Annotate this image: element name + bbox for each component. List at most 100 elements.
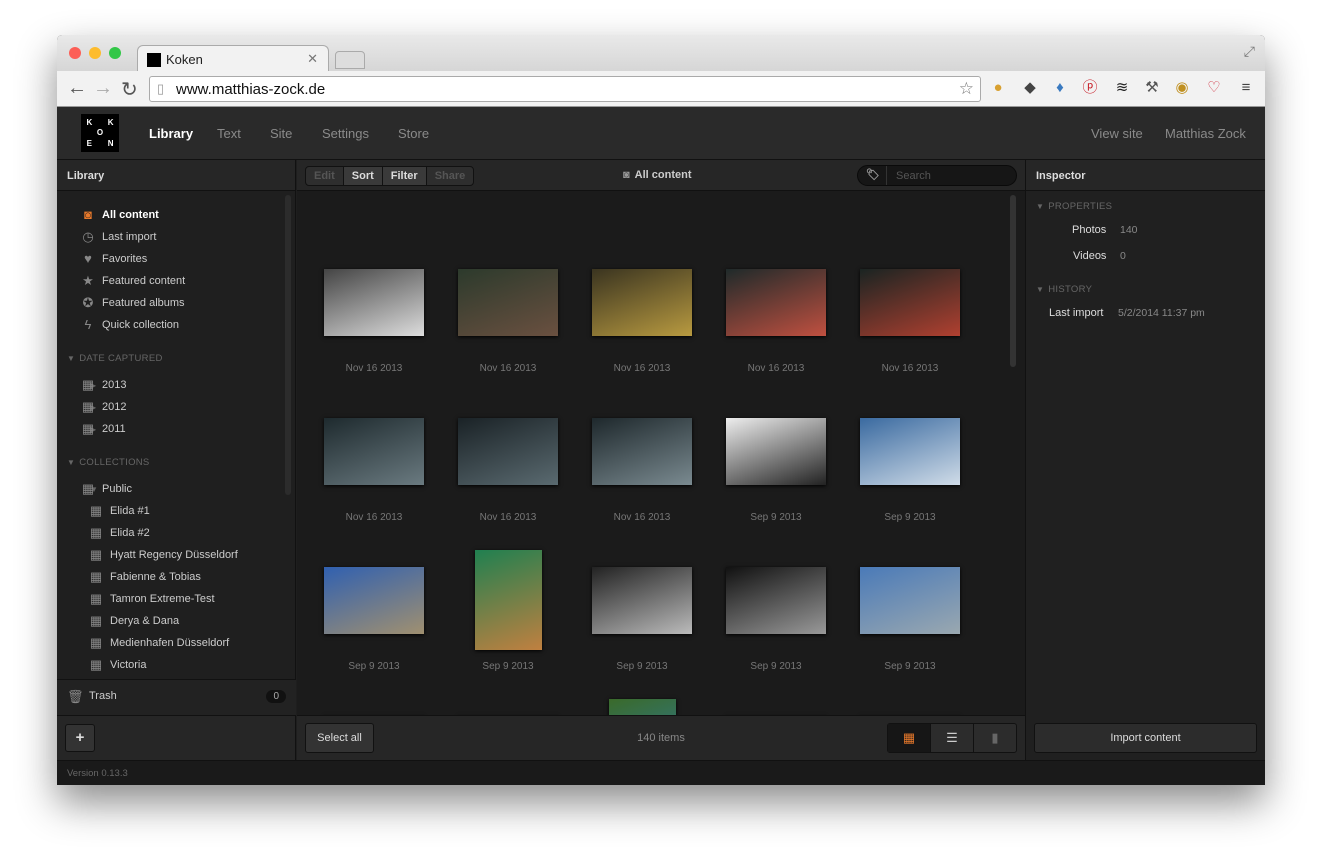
fullscreen-icon[interactable]: ⤢ — [1244, 43, 1255, 60]
filter-button[interactable]: Filter — [382, 167, 427, 185]
photo-thumbnail[interactable] — [324, 566, 424, 634]
photo-thumbnail[interactable] — [726, 566, 826, 634]
album-item[interactable]: ▦ Medienhafen Düsseldorf — [90, 635, 229, 651]
extension-face-icon[interactable]: ◉ — [1173, 79, 1191, 97]
search-input[interactable]: Search — [896, 170, 931, 182]
year-item[interactable]: ▶ ▦ 2011 — [82, 421, 126, 437]
action-segment: Edit Sort Filter Share — [305, 166, 475, 186]
photo-date: Nov 16 2013 — [345, 512, 403, 523]
heart-icon: ♥ — [84, 251, 92, 266]
album-item[interactable]: ▦ Elida #2 — [90, 525, 150, 541]
calendar-icon: ▦ — [81, 421, 95, 436]
photo-date: Nov 16 2013 — [479, 363, 537, 374]
photo-date: Nov 16 2013 — [613, 363, 671, 374]
new-tab-button[interactable] — [335, 51, 365, 69]
zoom-window-button[interactable] — [109, 47, 121, 59]
wrench-icon[interactable]: ⚒ — [1143, 79, 1161, 97]
list-view-icon[interactable]: ☰ — [930, 724, 973, 752]
minimize-window-button[interactable] — [89, 47, 101, 59]
user-menu[interactable]: Matthias Zock — [1165, 126, 1246, 141]
content-footer: Select all 140 items ▦ ☰ ▮ — [297, 715, 1025, 760]
menu-icon[interactable]: ≡ — [1237, 79, 1255, 97]
photo-thumbnail[interactable] — [592, 417, 692, 485]
album-item[interactable]: ▦ Derya & Dana — [90, 613, 179, 629]
photo-thumbnail[interactable] — [324, 268, 424, 336]
photo-thumbnail[interactable] — [592, 268, 692, 336]
public-collection[interactable]: ▼ ▦ Public — [82, 481, 132, 497]
content-grid: Nov 16 2013 Nov 16 2013 Nov 16 2013 Nov 16 … — [297, 191, 1025, 715]
evernote-icon[interactable]: ◆ — [1021, 79, 1039, 97]
photo-thumbnail[interactable] — [474, 550, 542, 650]
library-item[interactable]: ★ Featured content — [82, 273, 185, 289]
photo-date: Sep 9 2013 — [348, 661, 400, 672]
forward-icon[interactable]: → — [93, 77, 113, 100]
photo-thumbnail[interactable] — [726, 417, 826, 485]
properties-section[interactable]: ▼ PROPERTIES — [1036, 201, 1112, 212]
share-button[interactable]: Share — [427, 167, 474, 185]
close-window-button[interactable] — [69, 47, 81, 59]
nav-store[interactable]: Store — [398, 126, 429, 141]
bookmark-star-icon[interactable]: ☆ — [959, 79, 974, 99]
camera-icon: ◙ — [84, 207, 92, 222]
photo-thumbnail[interactable] — [592, 566, 692, 634]
album-icon: ▦ — [89, 503, 103, 518]
trash-item[interactable]: 🗑 Trash 0 — [57, 679, 296, 715]
grid-view-icon[interactable]: ▦ — [888, 724, 930, 752]
photo-thumbnail[interactable] — [608, 699, 676, 715]
pinterest-icon[interactable]: ⓟ — [1081, 79, 1099, 97]
lightning-icon: ϟ — [84, 317, 92, 332]
library-item[interactable]: ◙ All content — [84, 207, 159, 223]
album-item[interactable]: ▦ Fabienne & Tobias — [90, 569, 201, 585]
library-item[interactable]: ♥ Favorites — [84, 251, 147, 267]
sort-button[interactable]: Sort — [343, 167, 383, 185]
album-item[interactable]: ▦ Hyatt Regency Düsseldorf — [90, 547, 238, 563]
photo-thumbnail[interactable] — [458, 417, 558, 485]
album-item[interactable]: ▦ Elida #1 — [90, 503, 150, 519]
album-icon: ▦ — [89, 569, 103, 584]
collections-section[interactable]: ▼ COLLECTIONS — [67, 457, 150, 468]
trash-icon: 🗑 — [67, 689, 84, 704]
library-item[interactable]: ϟ Quick collection — [85, 317, 180, 333]
history-section[interactable]: ▼ HISTORY — [1036, 284, 1092, 295]
import-content-button[interactable]: Import content — [1034, 723, 1257, 753]
tag-icon[interactable]: 🏷 — [866, 168, 880, 181]
library-item[interactable]: ✪ Featured albums — [83, 295, 185, 311]
search-box[interactable]: 🏷 Search — [857, 165, 1017, 186]
address-bar[interactable]: ▯ www.matthias-zock.de ☆ — [149, 76, 981, 102]
year-item[interactable]: ▶ ▦ 2013 — [82, 377, 127, 393]
edit-button[interactable]: Edit — [306, 167, 344, 185]
nav-text[interactable]: Text — [217, 126, 241, 141]
photo-thumbnail[interactable] — [458, 268, 558, 336]
photo-date: Sep 9 2013 — [750, 661, 802, 672]
reload-icon[interactable]: ↻ — [121, 77, 138, 102]
single-view-icon[interactable]: ▮ — [973, 724, 1016, 752]
buffer-icon[interactable]: ≋ — [1113, 79, 1131, 97]
back-icon[interactable]: ← — [67, 77, 87, 100]
date-captured-section[interactable]: ▼ DATE CAPTURED — [67, 353, 163, 364]
library-item[interactable]: ◷ Last import — [82, 229, 156, 245]
photo-thumbnail[interactable] — [860, 268, 960, 336]
photo-date: Sep 9 2013 — [616, 661, 668, 672]
extension-icon[interactable]: ● — [989, 79, 1007, 97]
nav-settings[interactable]: Settings — [322, 126, 369, 141]
heart-extension-icon[interactable]: ♡ — [1205, 79, 1223, 97]
browser-tab[interactable]: Koken ✕ — [137, 45, 329, 72]
koken-logo[interactable]: KKOEN — [81, 114, 119, 152]
title-bar: Koken ✕ ⤢ — [57, 35, 1265, 72]
album-item[interactable]: ▦ Tamron Extreme-Test — [90, 591, 215, 607]
photo-thumbnail[interactable] — [324, 417, 424, 485]
add-collection-button[interactable]: + — [65, 724, 95, 752]
photo-thumbnail[interactable] — [860, 417, 960, 485]
photo-thumbnail[interactable] — [860, 566, 960, 634]
photo-thumbnail[interactable] — [726, 268, 826, 336]
sidebar-scrollbar[interactable] — [285, 195, 291, 495]
year-item[interactable]: ▶ ▦ 2012 — [82, 399, 127, 415]
drop-icon[interactable]: ♦ — [1051, 79, 1069, 97]
grid-scrollbar[interactable] — [1010, 195, 1016, 367]
nav-site[interactable]: Site — [270, 126, 292, 141]
nav-library[interactable]: Library — [149, 126, 193, 141]
close-tab-icon[interactable]: ✕ — [307, 51, 318, 67]
tab-title: Koken — [166, 52, 203, 67]
view-site-link[interactable]: View site — [1091, 126, 1143, 141]
album-item[interactable]: ▦ Victoria — [90, 657, 147, 673]
